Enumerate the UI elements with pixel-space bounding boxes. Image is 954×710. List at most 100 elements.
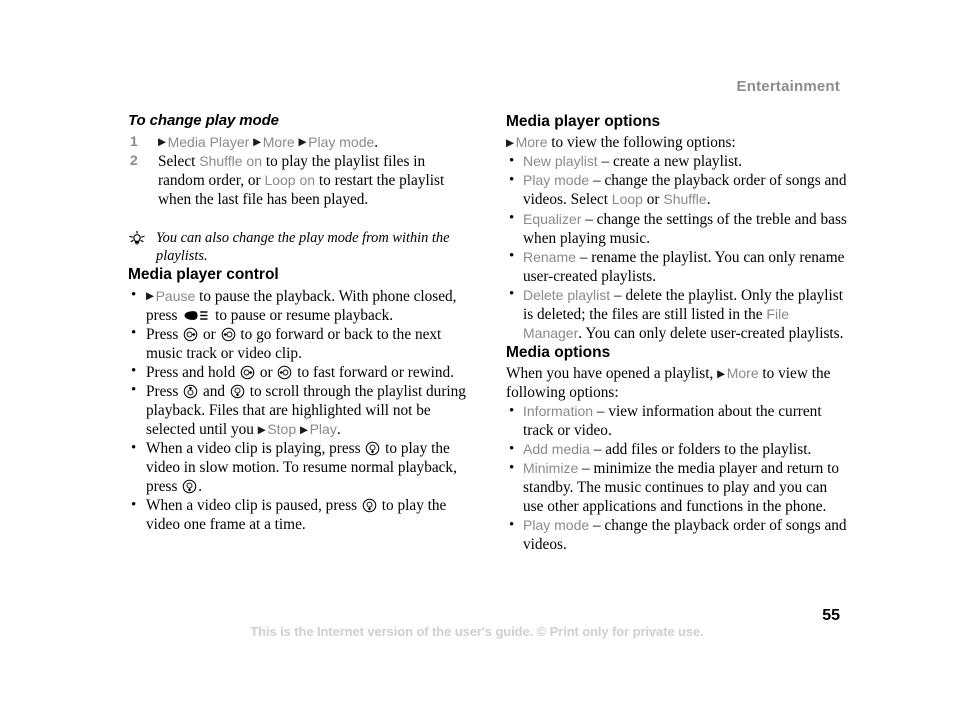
body-text: to pause or resume playback. bbox=[211, 306, 394, 324]
body-text: or bbox=[642, 191, 664, 209]
bullet-marker: • bbox=[509, 152, 515, 169]
ui-term: Loop on bbox=[264, 171, 316, 188]
nav-up-key-icon bbox=[183, 384, 198, 399]
body-text: . You can only delete user-created playl… bbox=[578, 324, 844, 342]
body-text: Select bbox=[158, 152, 200, 170]
bullet-marker: • bbox=[509, 402, 515, 419]
page-number: 55 bbox=[822, 607, 840, 624]
footer-disclaimer: This is the Internet version of the user… bbox=[250, 624, 704, 639]
bullet-item: • Press and to scroll through the playlis… bbox=[128, 382, 468, 439]
bullet-item: • Delete playlist – delete the playlist. … bbox=[506, 286, 851, 343]
media-player-options-bullets: • New playlist – create a new playlist. • P… bbox=[506, 152, 851, 342]
ui-term: More bbox=[515, 134, 548, 151]
body-text: or bbox=[256, 363, 277, 381]
nav-down-key-icon bbox=[230, 384, 245, 399]
media-player-options-lead: ▶ More to view the following options: bbox=[506, 133, 851, 152]
bullet-marker: • bbox=[131, 287, 137, 304]
body-text: to view the following options: bbox=[547, 134, 736, 152]
left-column: To change play mode 1 ▶ Media Player ▶ More… bbox=[128, 112, 468, 534]
nav-down-key-icon bbox=[182, 479, 197, 494]
right-column: Media player options ▶ More to view the f… bbox=[506, 112, 851, 554]
select-arrow-icon: ▶ bbox=[158, 136, 167, 149]
select-arrow-icon: ▶ bbox=[300, 423, 309, 436]
tip-block: You can also change the play mode from w… bbox=[128, 229, 468, 266]
ui-term: Pause bbox=[155, 287, 196, 304]
bullet-item: • Add media – add files or folders to the… bbox=[506, 440, 851, 459]
bullet-item: • Press and hold or to fast forward or re… bbox=[128, 363, 468, 382]
bullet-item: • Press or to go forward or back to the n… bbox=[128, 325, 468, 363]
body-text: When a video clip is paused, press bbox=[146, 497, 361, 515]
ui-term: Media Player bbox=[167, 133, 254, 150]
select-arrow-icon: ▶ bbox=[298, 136, 307, 149]
bullet-item: • Information – view information about th… bbox=[506, 402, 851, 440]
bullet-item: • Rename – rename the playlist. You can o… bbox=[506, 248, 851, 286]
ui-term: Rename bbox=[523, 248, 576, 265]
ui-term: Stop bbox=[267, 421, 301, 438]
body-text: When you have opened a playlist, bbox=[506, 365, 718, 383]
bullet-marker: • bbox=[131, 382, 137, 399]
ui-term: More bbox=[262, 133, 299, 150]
ui-term: Play mode bbox=[308, 133, 375, 150]
select-arrow-icon: ▶ bbox=[257, 423, 266, 436]
ui-term: More bbox=[726, 365, 759, 382]
bullet-item: • New playlist – create a new playlist. bbox=[506, 152, 851, 171]
nav-down-key-icon bbox=[362, 498, 377, 513]
body-text: . bbox=[336, 421, 341, 439]
ui-term: Play bbox=[309, 421, 337, 438]
ui-term: New playlist bbox=[523, 153, 598, 170]
media-options-bullets: • Information – view information about th… bbox=[506, 402, 851, 554]
ui-term: Play mode bbox=[523, 517, 590, 534]
select-arrow-icon: ▶ bbox=[253, 136, 262, 149]
select-arrow-icon: ▶ bbox=[146, 290, 155, 303]
ui-term: Equalizer bbox=[523, 210, 582, 227]
body-text: – create a new playlist. bbox=[597, 153, 743, 171]
ui-term: Play mode bbox=[523, 172, 590, 189]
section-heading-media-player-control: Media player control bbox=[128, 266, 279, 284]
bullet-item: • Equalizer – change the settings of the … bbox=[506, 210, 851, 248]
nav-right-key-icon bbox=[240, 365, 255, 380]
body-text: or bbox=[199, 325, 220, 343]
tip-text: You can also change the play mode from w… bbox=[156, 229, 450, 265]
bullet-item: • When a video clip is paused, press to p… bbox=[128, 496, 468, 534]
ui-term: Add media bbox=[523, 441, 590, 458]
section-heading-media-options: Media options bbox=[506, 343, 611, 361]
section-heading-media-player-options: Media player options bbox=[506, 113, 661, 130]
select-arrow-icon: ▶ bbox=[506, 136, 515, 149]
step-item: 1 ▶ Media Player ▶ More ▶ Play mode. bbox=[128, 133, 468, 152]
ui-term: Information bbox=[523, 403, 594, 420]
menu-key-icon bbox=[183, 308, 209, 321]
bullet-marker: • bbox=[509, 440, 515, 457]
bullet-marker: • bbox=[131, 325, 137, 342]
bullet-marker: • bbox=[131, 439, 137, 456]
running-header-chapter: Entertainment bbox=[736, 78, 840, 95]
bullet-item: • Play mode – change the playback order o… bbox=[506, 516, 851, 554]
lightbulb-icon bbox=[128, 230, 146, 248]
media-options-lead: When you have opened a playlist, ▶ More t… bbox=[506, 364, 851, 402]
task-heading-change-play-mode: To change play mode bbox=[128, 112, 279, 129]
bullet-item: • ▶ Pause to pause the playback. With phon… bbox=[128, 287, 468, 325]
body-text: Press and hold bbox=[146, 363, 240, 381]
ui-term: Delete playlist bbox=[523, 286, 611, 303]
body-text: Press bbox=[146, 382, 183, 400]
bullet-marker: • bbox=[131, 363, 137, 380]
nav-down-key-icon bbox=[365, 441, 380, 456]
nav-left-key-icon bbox=[221, 327, 236, 342]
ui-term: Shuffle bbox=[663, 191, 707, 208]
step-number: 1 bbox=[130, 132, 138, 149]
body-text: . bbox=[706, 191, 711, 209]
body-text: to fast forward or rewind. bbox=[293, 363, 455, 381]
select-arrow-icon: ▶ bbox=[717, 367, 726, 380]
body-text: and bbox=[199, 382, 229, 400]
nav-left-key-icon bbox=[277, 365, 292, 380]
body-text: – add files or folders to the playlist. bbox=[589, 441, 812, 459]
bullet-item: • When a video clip is playing, press to … bbox=[128, 439, 468, 496]
body-text: . bbox=[374, 133, 379, 151]
body-text: . bbox=[198, 478, 203, 496]
body-text: Press bbox=[146, 325, 183, 343]
ui-term: Shuffle on bbox=[199, 152, 262, 169]
bullet-marker: • bbox=[509, 210, 515, 226]
bullet-item: • Minimize – minimize the media player an… bbox=[506, 459, 851, 516]
bullet-marker: • bbox=[509, 286, 515, 303]
numbered-steps-list: 1 ▶ Media Player ▶ More ▶ Play mode. 2 Select … bbox=[128, 133, 468, 209]
bullet-marker: • bbox=[509, 248, 515, 265]
